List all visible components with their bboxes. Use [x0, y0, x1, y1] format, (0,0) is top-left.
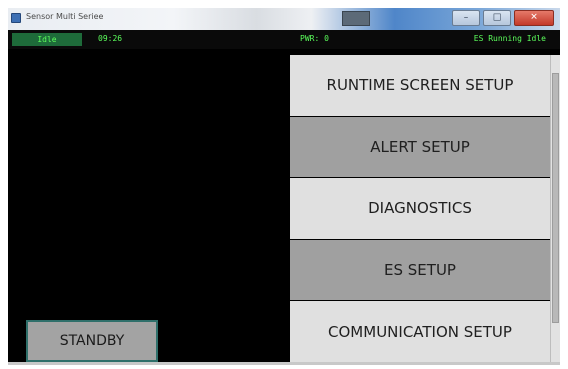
communication-setup-button[interactable]: COMMUNICATION SETUP	[290, 301, 550, 362]
es-setup-button[interactable]: ES SETUP	[290, 239, 550, 301]
window-controls: – □ ✕	[452, 10, 554, 26]
scrollbar-thumb[interactable]	[552, 73, 559, 323]
alert-setup-button[interactable]: ALERT SETUP	[290, 116, 550, 178]
setup-menu: RUNTIME SCREEN SETUP ALERT SETUP DIAGNOS…	[290, 55, 550, 362]
close-icon: ✕	[530, 12, 538, 23]
title-bar-block	[342, 11, 370, 26]
maximize-button[interactable]: □	[483, 10, 511, 26]
app-icon	[11, 13, 21, 23]
window-bottom-edge	[8, 362, 560, 365]
minimize-icon: –	[463, 12, 469, 23]
close-button[interactable]: ✕	[514, 10, 554, 26]
status-time: 09:26	[98, 34, 123, 43]
status-pressure: PWR: 0	[300, 34, 329, 43]
status-state: ES Running Idle	[473, 34, 546, 43]
standby-button[interactable]: STANDBY	[26, 320, 158, 362]
diagnostics-button[interactable]: DIAGNOSTICS	[290, 178, 550, 239]
maximize-icon: □	[492, 12, 502, 23]
runtime-screen-setup-button[interactable]: RUNTIME SCREEN SETUP	[290, 55, 550, 116]
vertical-scrollbar[interactable]	[550, 55, 560, 362]
main-content: STANDBY RUNTIME SCREEN SETUP ALERT SETUP…	[8, 49, 560, 362]
status-bar: Idle 09:26 PWR: 0 ES Running Idle	[8, 30, 560, 49]
mode-badge: Idle	[12, 33, 82, 46]
display-panel: STANDBY	[8, 49, 290, 362]
app-window: Sensor Multi Seriee – □ ✕ Idle 09:26 PWR…	[0, 0, 568, 369]
minimize-button[interactable]: –	[452, 10, 480, 26]
title-bar[interactable]: Sensor Multi Seriee – □ ✕	[8, 8, 560, 30]
window-title: Sensor Multi Seriee	[26, 12, 104, 21]
